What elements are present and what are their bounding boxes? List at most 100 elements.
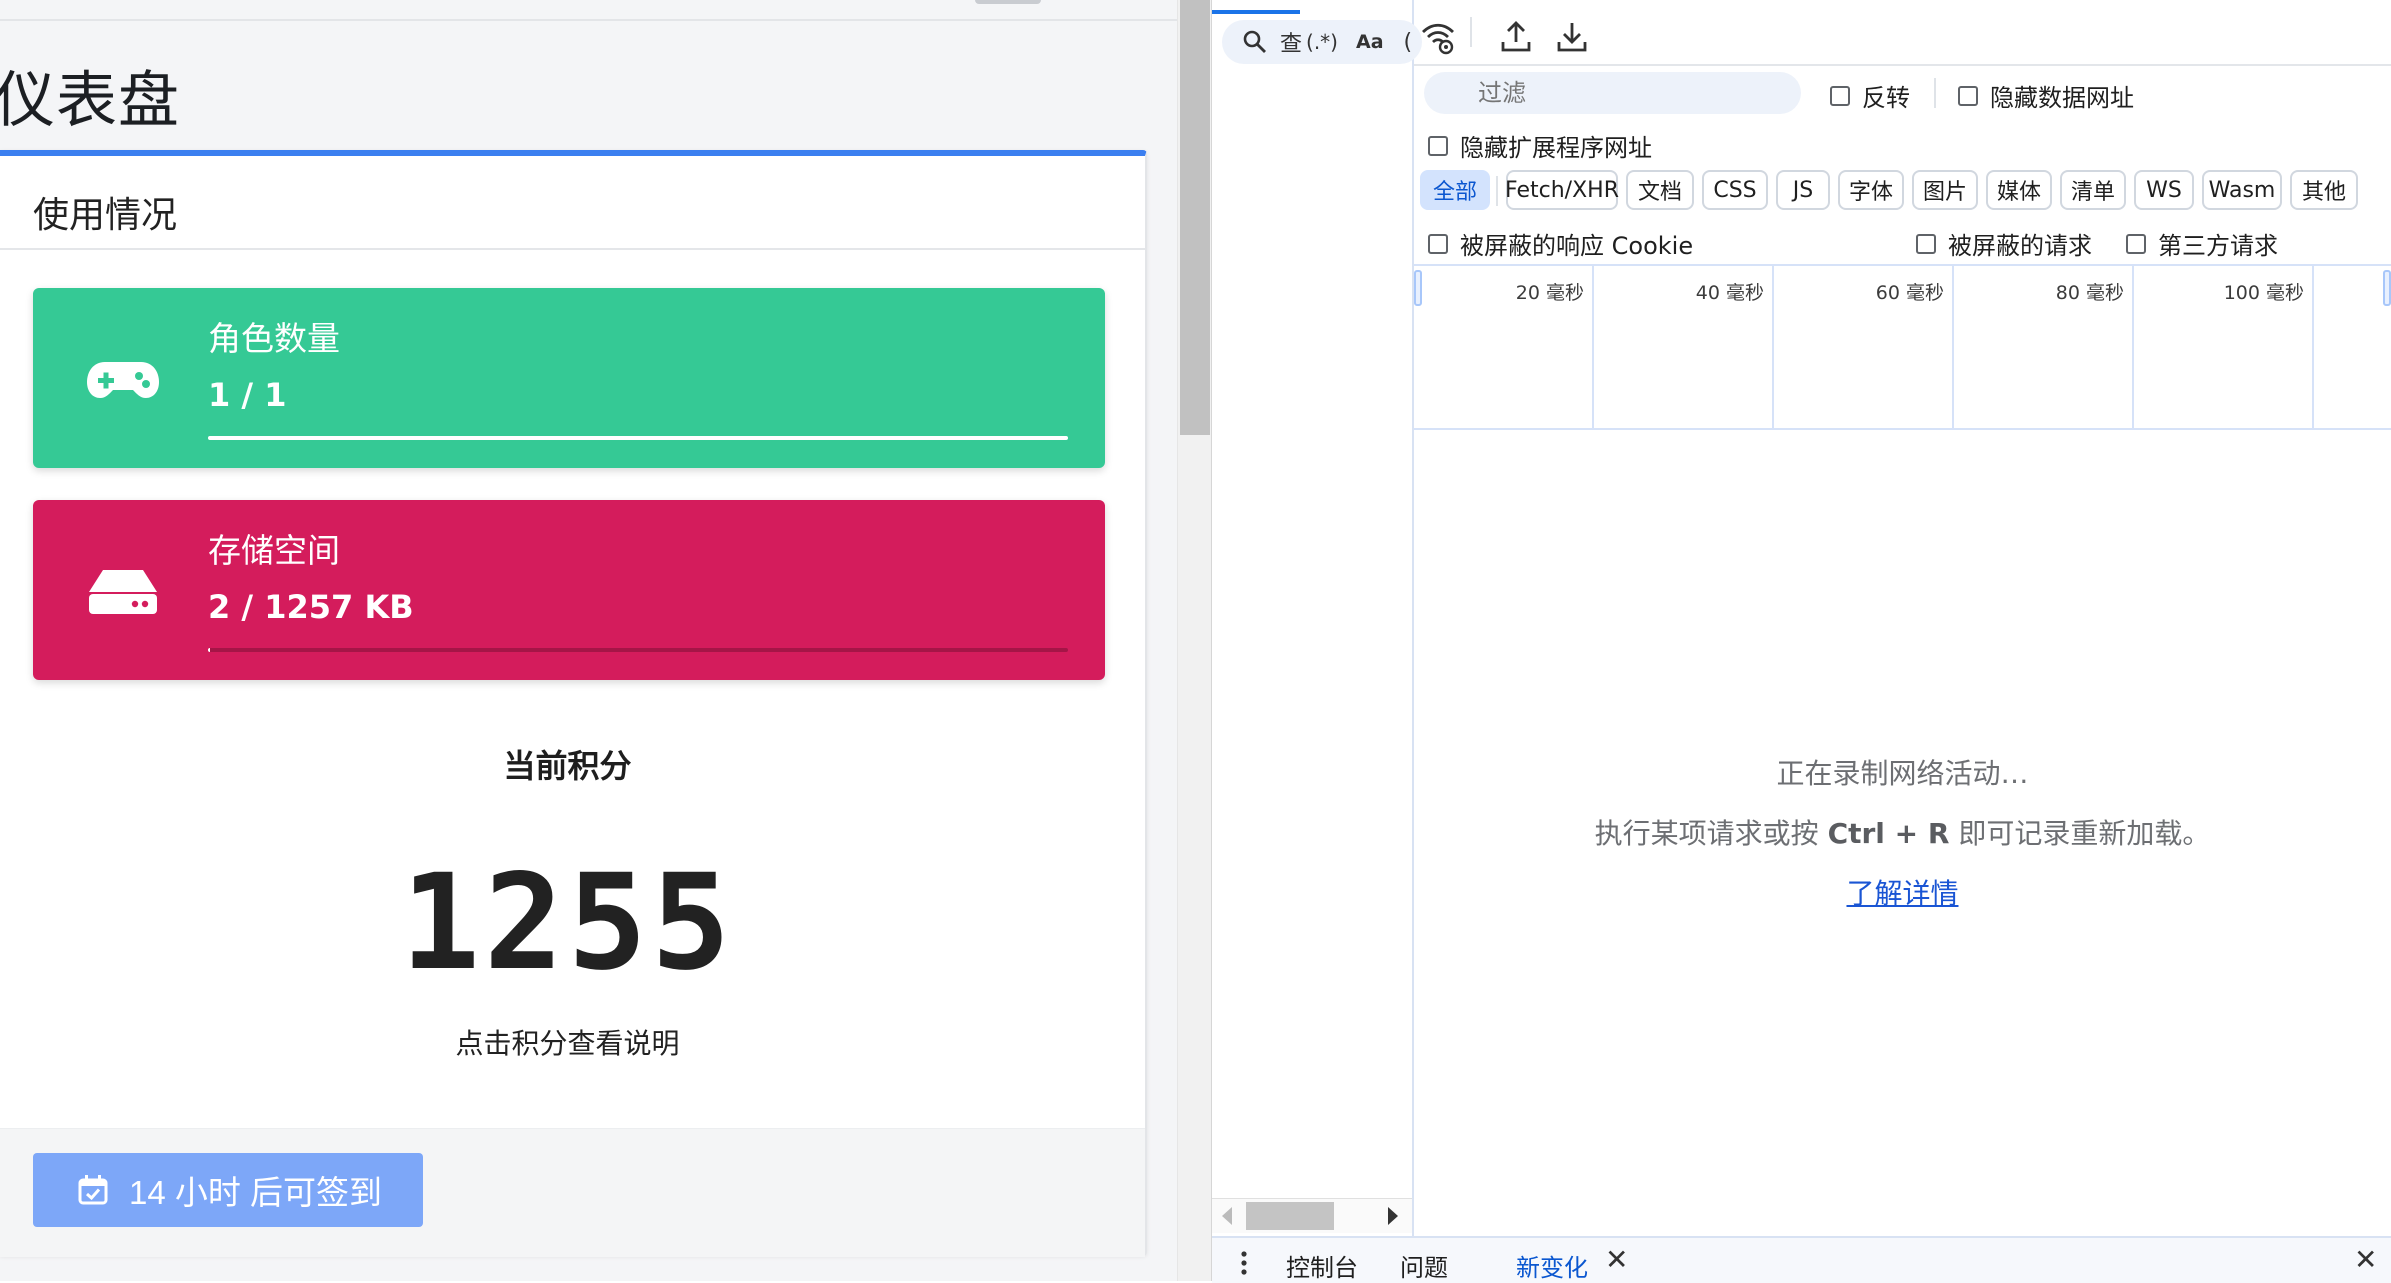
reload-hint: 执行某项请求或按 Ctrl + R 即可记录重新加载。 (1414, 812, 2391, 852)
roles-progress-bar (208, 436, 1068, 440)
roles-progress-fill (208, 436, 1068, 440)
blocked-cookies-label: 被屏蔽的响应 Cookie (1460, 232, 1694, 260)
search-pane: 查 (.*) Aa ( (1212, 0, 1422, 1236)
type-filter-10[interactable]: Wasm (2202, 170, 2282, 210)
regex-toggle[interactable]: (.*) (1306, 30, 1338, 54)
usage-card: 使用情况 角色数量 1 / 1 存储空间 2 / 1257 KB 当前积分 12… (0, 150, 1147, 1257)
search-horizontal-scrollbar[interactable] (1212, 1198, 1412, 1233)
filter-divider (1934, 78, 1936, 108)
drawer-tab-issues[interactable]: 问题 (1400, 1248, 1448, 1283)
toolbar-divider (1470, 17, 1472, 47)
search-overflow: ( (1403, 29, 1413, 55)
timeline-right-handle[interactable] (2383, 270, 2391, 306)
score-value[interactable]: 1255 (0, 846, 1135, 1000)
type-filter-11[interactable]: 其他 (2290, 170, 2358, 210)
type-filter-0[interactable]: 全部 (1420, 170, 1490, 210)
usage-card-footer: 14 小时 后可签到 (0, 1128, 1145, 1257)
hide-extension-urls-label: 隐藏扩展程序网址 (1460, 134, 1652, 162)
import-har-icon[interactable] (1498, 20, 1534, 56)
invert-checkbox[interactable]: 反转 (1830, 78, 1910, 113)
filter-row: 反转 隐藏数据网址 隐藏扩展程序网址 (1414, 66, 2391, 162)
timeline-tick-label: 20 毫秒 (1515, 282, 1584, 304)
search-label: 查 (1280, 32, 1303, 57)
hide-extension-urls-checkbox[interactable]: 隐藏扩展程序网址 (1428, 128, 1652, 163)
type-filter-1[interactable]: Fetch/XHR (1505, 170, 1619, 210)
type-filter-5[interactable]: 字体 (1838, 170, 1904, 210)
scroll-right-icon[interactable] (1388, 1207, 1398, 1225)
blocked-cookies-checkbox[interactable]: 被屏蔽的响应 Cookie (1428, 226, 1693, 261)
checkin-button-label: 14 小时 后可签到 (129, 1174, 383, 1211)
empty-state: 正在录制网络活动… 执行某项请求或按 Ctrl + R 即可记录重新加载。 了解… (1414, 752, 2391, 912)
reload-hint-prefix: 执行某项请求或按 (1594, 817, 1819, 850)
blocked-requests-checkbox[interactable]: 被屏蔽的请求 (1916, 226, 2092, 261)
blocked-requests-label: 被屏蔽的请求 (1948, 232, 2092, 260)
checkin-button[interactable]: 14 小时 后可签到 (33, 1153, 423, 1227)
page-scrollbar-thumb[interactable] (1180, 0, 1210, 435)
close-tab-icon[interactable]: ✕ (1605, 1246, 1628, 1274)
third-party-checkbox-box[interactable] (2126, 233, 2146, 254)
devtools-panel: 查 (.*) Aa (过滤 反转 隐藏数据网址 隐藏扩展程序网址 全部 Fet… (1212, 0, 2391, 1283)
score-title: 当前积分 (503, 747, 632, 785)
type-filter-9[interactable]: WS (2134, 170, 2194, 210)
usage-card-title: 使用情况 (33, 195, 178, 236)
timeline-tick-label: 40 毫秒 (1695, 282, 1764, 304)
score-hint: 点击积分查看说明 (455, 1027, 680, 1060)
timeline-tick-label: 60 毫秒 (1875, 282, 1944, 304)
search-scrollbar-thumb[interactable] (1246, 1202, 1334, 1230)
recording-status: 正在录制网络活动… (1776, 757, 2029, 790)
blocked-filters-row: 被屏蔽的响应 Cookie 被屏蔽的请求 第三方请求 (1414, 220, 2391, 262)
hide-data-urls-checkbox[interactable]: 隐藏数据网址 (1958, 78, 2134, 113)
invert-checkbox-box[interactable] (1830, 85, 1850, 106)
devtools-drawer: 控制台 问题 新变化 ✕ ✕ (1212, 1236, 2391, 1283)
roles-stat-box: 角色数量 1 / 1 (33, 288, 1105, 468)
search-box[interactable]: 查 (.*) Aa ( (1222, 20, 1422, 64)
drawer-tab-whats-new[interactable]: 新变化 (1516, 1248, 1588, 1283)
filter-input[interactable] (1424, 72, 1801, 114)
blocked-cookies-checkbox-box[interactable] (1428, 233, 1448, 254)
network-pane: 反转 隐藏数据网址 隐藏扩展程序网址 全部 Fetch/XHR文档CSSJS字体图… (1414, 0, 2391, 1236)
hide-data-urls-label: 隐藏数据网址 (1990, 84, 2134, 112)
type-filter-3[interactable]: CSS (1702, 170, 1768, 210)
scroll-left-icon[interactable] (1222, 1207, 1232, 1225)
calendar-check-icon (78, 1175, 108, 1205)
storage-label: 存储空间 (208, 531, 340, 570)
third-party-label: 第三方请求 (2158, 232, 2278, 260)
timeline-tick-label: 100 毫秒 (2223, 282, 2304, 304)
network-conditions-icon[interactable] (1420, 20, 1456, 56)
learn-more-link[interactable]: 了解详情 (1846, 872, 1958, 912)
type-filter-6[interactable]: 图片 (1912, 170, 1978, 210)
drawer-tab-console[interactable]: 控制台 (1286, 1248, 1358, 1283)
hide-extension-urls-checkbox-box[interactable] (1428, 135, 1448, 156)
storage-progress-fill (208, 648, 210, 652)
type-filter-8[interactable]: 清单 (2060, 170, 2126, 210)
page-title: 仪表盘 (0, 65, 181, 136)
dashboard-page: 仪表盘 使用情况 角色数量 1 / 1 存储空间 2 / 1257 KB 当前积… (0, 0, 1180, 1281)
page-scrollbar[interactable] (1177, 0, 1212, 1281)
roles-label: 角色数量 (208, 319, 340, 358)
timeline-gridline (2312, 266, 2314, 428)
gamepad-icon (87, 362, 159, 398)
export-har-icon[interactable] (1554, 20, 1590, 56)
invert-label: 反转 (1862, 84, 1910, 112)
timeline-gridline (1952, 266, 1954, 428)
reload-hint-suffix: 即可记录重新加载。 (1958, 817, 2211, 850)
timeline-left-handle[interactable] (1414, 270, 1422, 306)
type-filter-7[interactable]: 媒体 (1986, 170, 2052, 210)
storage-value: 2 / 1257 KB (208, 588, 414, 626)
type-divider (1496, 176, 1498, 206)
timeline-gridline (1592, 266, 1594, 428)
hard-drive-icon (89, 570, 157, 614)
network-overview-timeline[interactable]: 20 毫秒 40 毫秒 60 毫秒 80 毫秒 100 毫秒 (1414, 264, 2391, 430)
timeline-gridline (2132, 266, 2134, 428)
close-drawer-icon[interactable]: ✕ (2354, 1246, 2377, 1274)
drawer-menu-icon[interactable] (1240, 1250, 1248, 1276)
match-case-toggle[interactable]: Aa (1356, 31, 1384, 53)
third-party-checkbox[interactable]: 第三方请求 (2126, 226, 2278, 261)
type-filter-4[interactable]: JS (1776, 170, 1830, 210)
type-filter-2[interactable]: 文档 (1626, 170, 1694, 210)
hide-data-urls-checkbox-box[interactable] (1958, 85, 1978, 106)
top-bar-button[interactable] (975, 0, 1041, 4)
blocked-requests-checkbox-box[interactable] (1916, 233, 1936, 254)
storage-stat-box: 存储空间 2 / 1257 KB (33, 500, 1105, 680)
search-icon (1243, 30, 1266, 53)
